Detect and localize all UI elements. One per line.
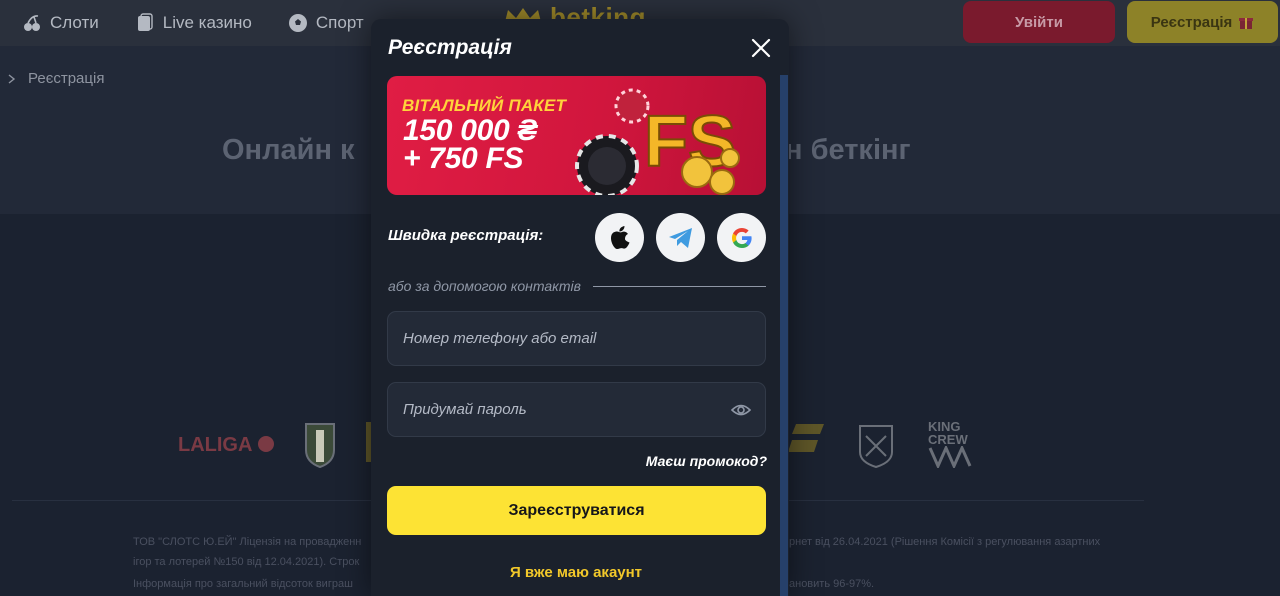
modal-title: Реєстрація [388,36,512,59]
contact-input[interactable] [403,330,723,347]
soccer-ball-icon [288,13,308,33]
nav-label: Спорт [315,13,364,32]
promo-spins: + 750 FS [403,142,524,175]
page-title-left: Онлайн к [222,134,355,166]
nav-label: Слоти [50,13,99,32]
chevron-right-icon [8,73,16,84]
laliga-logo: LALIGA [178,434,275,457]
promo-label: ВІТАЛЬНИЙ ПАКЕТ [402,96,567,115]
register-submit-button[interactable]: Зареєструватися [387,486,766,535]
stripes-logo-icon [788,424,824,452]
password-input[interactable] [403,401,723,418]
welcome-bonus-banner[interactable]: ВІТАЛЬНИЙ ПАКЕТ 150 000 ₴ + 750 FS FS [387,76,766,195]
divider-line [592,285,766,287]
promo-code-link[interactable]: Маєш промокод? [646,453,767,469]
register-button[interactable]: Реєстрація [1127,1,1278,43]
legal-line-3-right: ановить 96-97%. [789,578,875,590]
apple-login-button[interactable] [595,213,644,262]
king-crew-logo: KING CREW [928,420,972,470]
login-button[interactable]: Увійти [963,1,1115,43]
close-icon [751,38,771,58]
cherries-icon [22,13,42,33]
shield-logo-icon [859,425,893,468]
apple-icon [610,225,629,249]
nav-item-sport[interactable]: Спорт [288,13,364,33]
laliga-logo-text: LALIGA [178,434,252,456]
register-button-label: Реєстрація [1150,13,1233,31]
contacts-divider-label: або за допомогою контактів [388,278,581,294]
show-password-icon[interactable] [731,401,751,419]
contact-field[interactable] [387,311,766,366]
king-crew-text-2: CREW [928,432,968,447]
google-login-button[interactable] [717,213,766,262]
legal-line-2-left: ігор та лотерей №150 від 12.04.2021). Ст… [133,556,360,568]
register-submit-label: Зареєструватися [508,501,645,519]
legal-line-1-right: рнет від 26.04.2021 (Рішення Комісії з р… [789,536,1101,548]
password-field[interactable] [387,382,766,437]
google-icon [731,227,752,248]
nav-item-live-casino[interactable]: Live казино [135,13,252,33]
nav-label: Live казино [162,13,252,32]
breadcrumb: Реєстрація [8,70,104,87]
quick-registration-label: Швидка реєстрація: [388,227,544,244]
telegram-login-button[interactable] [656,213,705,262]
nav-item-slots[interactable]: Слоти [22,13,99,33]
login-button-label: Увійти [1015,13,1063,31]
scrollbar[interactable] [780,75,788,596]
cards-icon [135,13,155,33]
telegram-icon [668,227,692,248]
contacts-divider: або за допомогою контактів [388,277,766,295]
registration-modal: Реєстрація ВІТАЛЬНИЙ ПАКЕТ 150 000 ₴ + 7… [371,19,789,596]
gift-icon [1239,18,1254,29]
club-crest-icon [305,423,335,468]
page-title-right: н беткінг [785,134,911,166]
legal-line-3-left: Інформація про загальний відсоток виграш [133,578,353,590]
breadcrumb-current: Реєстрація [28,70,105,87]
legal-line-1-left: ТОВ "СЛОТС Ю.ЕЙ" Ліцензія на провадженн [133,536,362,548]
casino-chips-illustration: FS [575,88,740,195]
have-account-link[interactable]: Я вже маю акаунт [371,564,781,581]
close-button[interactable] [749,36,773,60]
